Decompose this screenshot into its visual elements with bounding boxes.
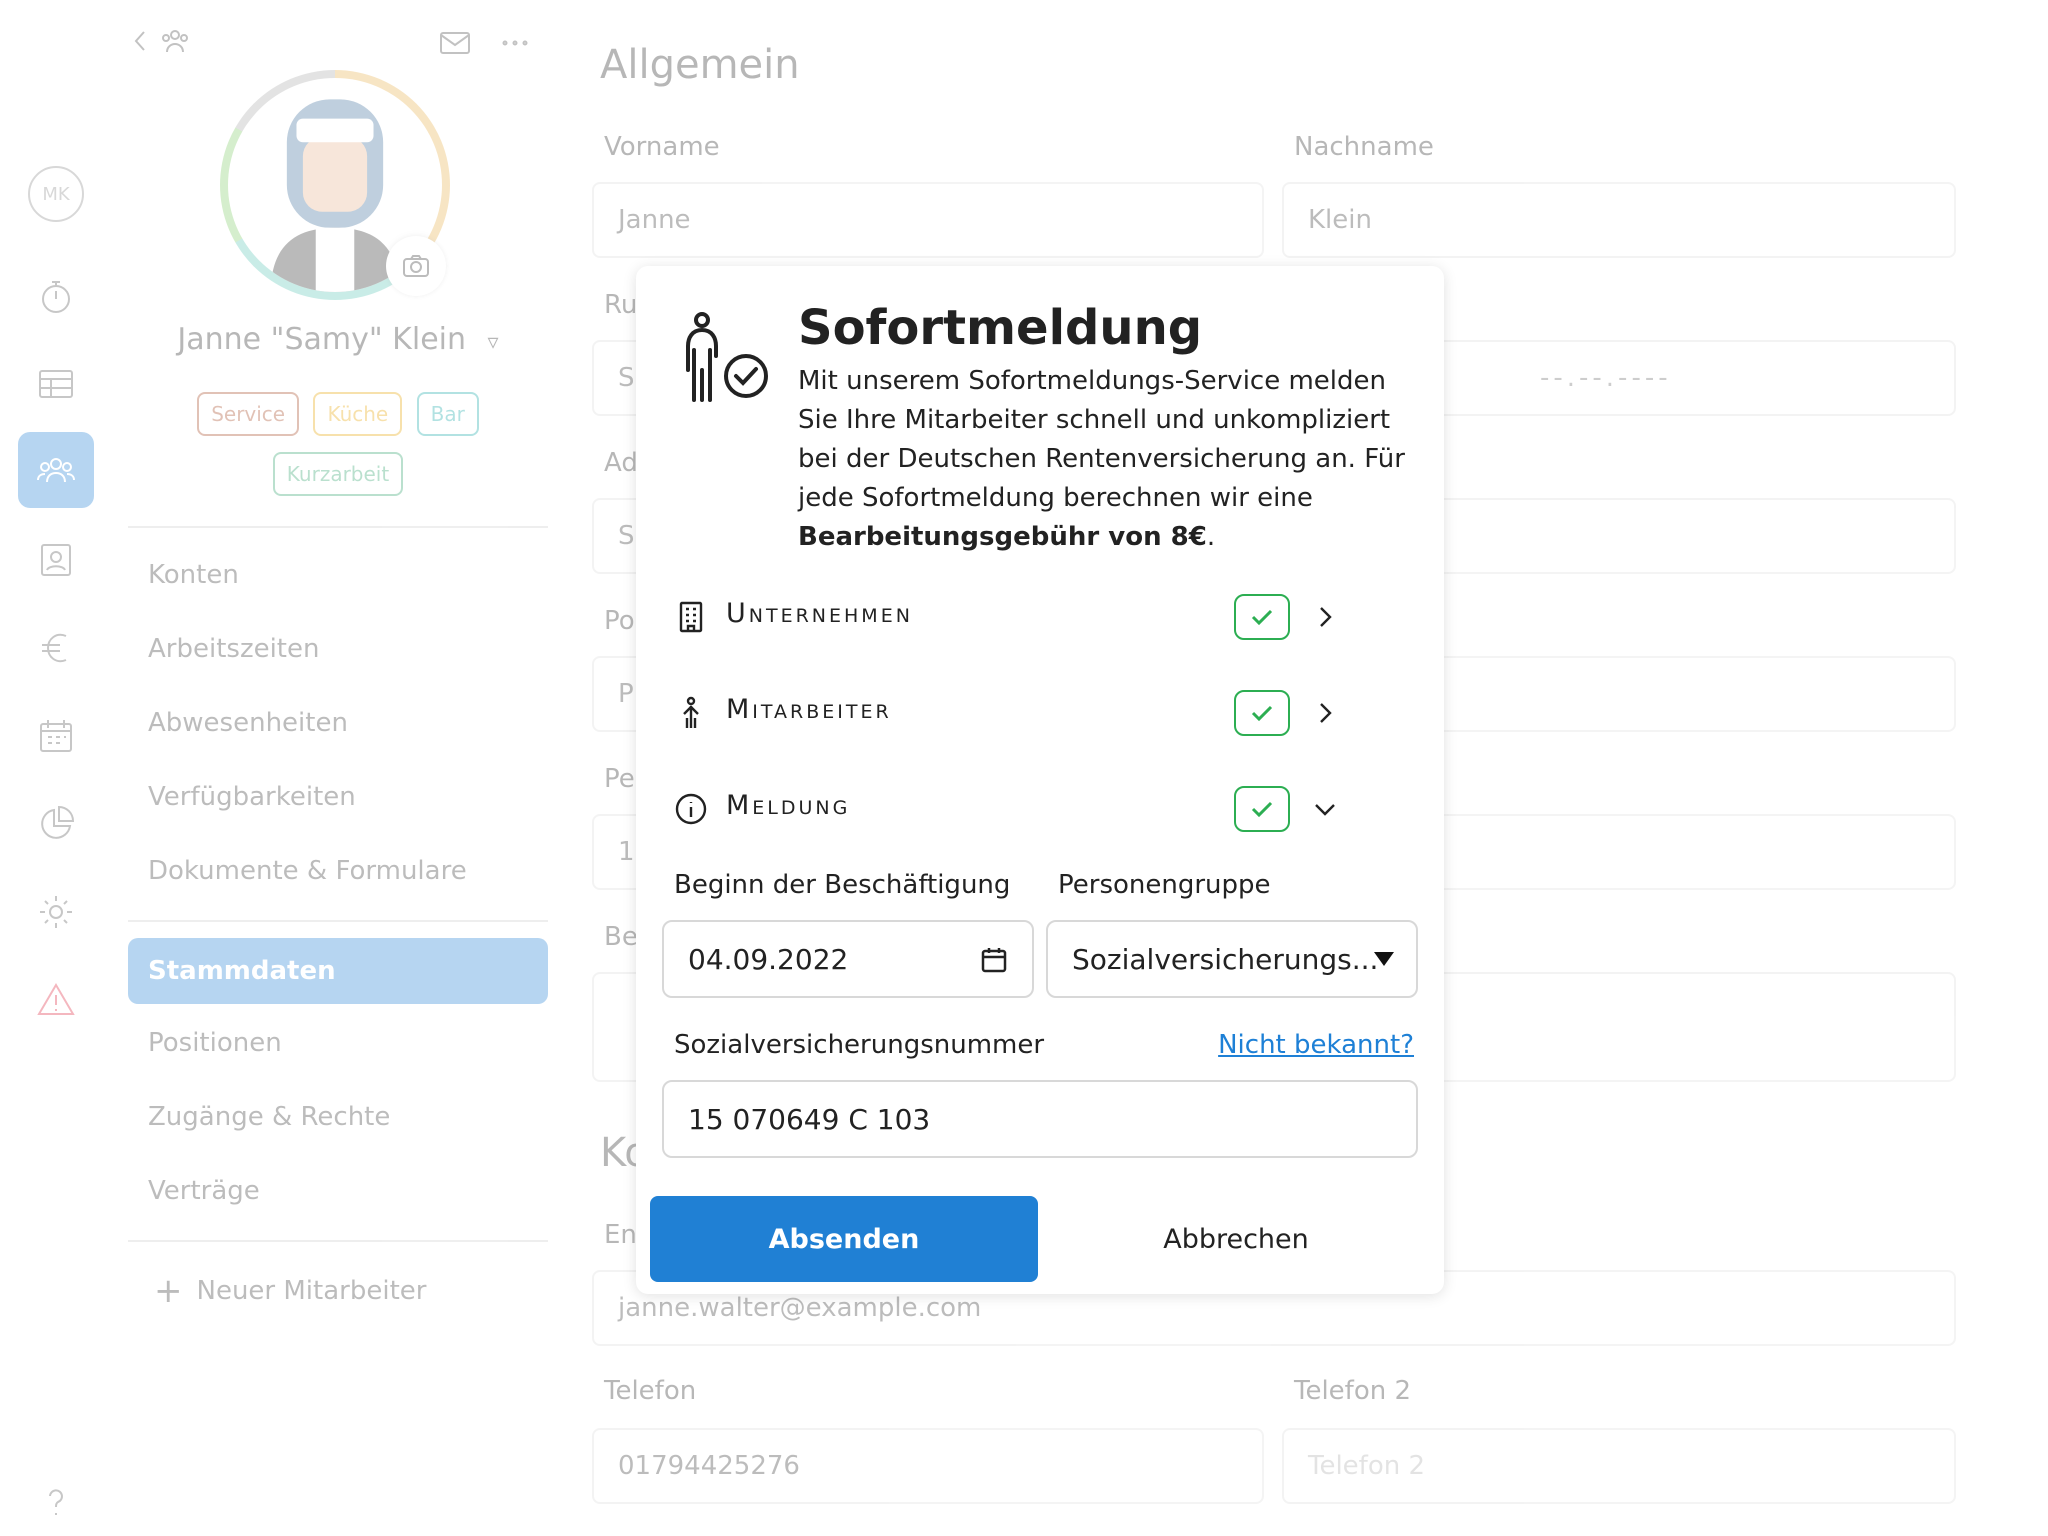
step-meldung[interactable]: Meldung bbox=[674, 780, 1414, 840]
menu-item-positionen[interactable]: Positionen bbox=[128, 1010, 548, 1076]
label-vorname: Vorname bbox=[604, 132, 720, 162]
menu-item-dokumente[interactable]: Dokumente & Formulare bbox=[128, 838, 548, 904]
check-icon bbox=[1234, 594, 1290, 640]
calendar-icon[interactable] bbox=[18, 698, 94, 774]
info-icon bbox=[674, 792, 708, 826]
dropdown-triangle-icon[interactable]: ▿ bbox=[488, 330, 499, 355]
employee-profile-panel: Janne "Samy" Klein ▿ Service Küche Bar K… bbox=[128, 0, 548, 1536]
input-telefon2[interactable]: Telefon 2 bbox=[1282, 1428, 1956, 1504]
start-date-input[interactable]: 04.09.2022 bbox=[662, 920, 1034, 998]
submit-button[interactable]: Absenden bbox=[650, 1196, 1038, 1282]
profile-toolbar bbox=[128, 24, 548, 64]
label-partial: Be bbox=[604, 922, 638, 952]
step-label: Meldung bbox=[726, 790, 851, 821]
chevron-right-icon[interactable] bbox=[1308, 696, 1342, 730]
more-icon[interactable] bbox=[498, 26, 532, 60]
group-icon[interactable] bbox=[158, 24, 192, 58]
employees-icon[interactable] bbox=[18, 432, 94, 508]
step-mitarbeiter[interactable]: Mitarbeiter bbox=[674, 684, 1414, 744]
step-label: Unternehmen bbox=[726, 598, 913, 629]
label-telefon: Telefon bbox=[604, 1376, 697, 1406]
step-label: Mitarbeiter bbox=[726, 694, 892, 725]
status-tags: Kurzarbeit bbox=[128, 452, 548, 496]
back-icon[interactable] bbox=[128, 24, 162, 58]
ssn-input[interactable]: 15 070649 C 103 bbox=[662, 1080, 1418, 1158]
chevron-down-icon[interactable] bbox=[1308, 792, 1342, 826]
tag-kueche: Küche bbox=[313, 392, 403, 436]
tag-kurzarbeit: Kurzarbeit bbox=[272, 452, 404, 496]
menu-item-verfuegbarkeiten[interactable]: Verfügbarkeiten bbox=[128, 764, 548, 830]
personengruppe-select[interactable]: Sozialversicherungs... bbox=[1046, 920, 1418, 998]
step-unternehmen[interactable]: Unternehmen bbox=[674, 588, 1414, 648]
person-icon bbox=[674, 696, 708, 730]
contact-card-icon[interactable] bbox=[18, 522, 94, 598]
label-telefon2: Telefon 2 bbox=[1294, 1376, 1412, 1406]
menu-item-vertraege[interactable]: Verträge bbox=[128, 1158, 548, 1224]
new-employee-button[interactable]: + Neuer Mitarbeiter bbox=[128, 1258, 548, 1324]
check-icon bbox=[1234, 786, 1290, 832]
table-icon[interactable] bbox=[18, 346, 94, 422]
chevron-right-icon[interactable] bbox=[1308, 600, 1342, 634]
gear-icon[interactable] bbox=[18, 874, 94, 950]
sofortmeldung-dialog: Sofortmeldung Mit unserem Sofortmeldungs… bbox=[636, 266, 1444, 1294]
dialog-title: Sofortmeldung bbox=[798, 300, 1203, 356]
menu-item-konten[interactable]: Konten bbox=[128, 542, 548, 608]
help-icon[interactable] bbox=[18, 1464, 94, 1536]
label-partial: Po bbox=[604, 606, 635, 636]
nav-rail: MK bbox=[0, 0, 112, 1536]
position-tags: Service Küche Bar bbox=[128, 392, 548, 436]
label-partial: Pe bbox=[604, 764, 635, 794]
user-avatar[interactable]: MK bbox=[28, 166, 84, 222]
tag-service: Service bbox=[197, 392, 300, 436]
menu-item-arbeitszeiten[interactable]: Arbeitszeiten bbox=[128, 616, 548, 682]
euro-icon[interactable] bbox=[18, 610, 94, 686]
mail-icon[interactable] bbox=[438, 26, 472, 60]
person-check-icon bbox=[686, 312, 768, 402]
ssn-unknown-link[interactable]: Nicht bekannt? bbox=[1218, 1030, 1414, 1060]
label-ssn: Sozialversicherungsnummer bbox=[674, 1030, 1045, 1060]
stopwatch-icon[interactable] bbox=[18, 258, 94, 334]
divider bbox=[128, 526, 548, 528]
label-partial: Ad bbox=[604, 448, 638, 478]
divider bbox=[128, 1240, 548, 1242]
calendar-icon[interactable] bbox=[980, 946, 1008, 974]
check-icon bbox=[1234, 690, 1290, 736]
label-nachname: Nachname bbox=[1294, 132, 1434, 162]
menu-item-zugaenge[interactable]: Zugänge & Rechte bbox=[128, 1084, 548, 1150]
cancel-button[interactable]: Abbrechen bbox=[1066, 1196, 1406, 1282]
section-title-general: Allgemein bbox=[600, 42, 800, 88]
dropdown-caret-icon bbox=[1374, 952, 1394, 966]
tag-bar: Bar bbox=[416, 392, 479, 436]
input-telefon[interactable]: 01794425276 bbox=[592, 1428, 1264, 1504]
label-partial: Ru bbox=[604, 290, 638, 320]
fee-highlight: Bearbeitungsgebühr von 8€ bbox=[798, 522, 1207, 552]
date-placeholder: --.--.---- bbox=[1540, 363, 1672, 393]
input-vorname[interactable]: Janne bbox=[592, 182, 1264, 258]
change-photo-button[interactable] bbox=[386, 236, 446, 296]
dialog-description: Mit unserem Sofortmeldungs-Service melde… bbox=[798, 366, 1405, 552]
menu-item-abwesenheiten[interactable]: Abwesenheiten bbox=[128, 690, 548, 756]
building-icon bbox=[674, 600, 708, 634]
plus-icon: + bbox=[154, 1271, 183, 1311]
warning-icon[interactable] bbox=[18, 962, 94, 1038]
input-nachname[interactable]: Klein bbox=[1282, 182, 1956, 258]
label-personengruppe: Personengruppe bbox=[1058, 870, 1271, 900]
divider bbox=[128, 920, 548, 922]
employee-name[interactable]: Janne "Samy" Klein ▿ bbox=[128, 322, 548, 357]
camera-icon bbox=[403, 255, 429, 277]
label-email: En bbox=[604, 1220, 637, 1250]
label-beginn: Beginn der Beschäftigung bbox=[674, 870, 1011, 900]
pie-chart-icon[interactable] bbox=[18, 786, 94, 862]
menu-item-stammdaten[interactable]: Stammdaten bbox=[128, 938, 548, 1004]
